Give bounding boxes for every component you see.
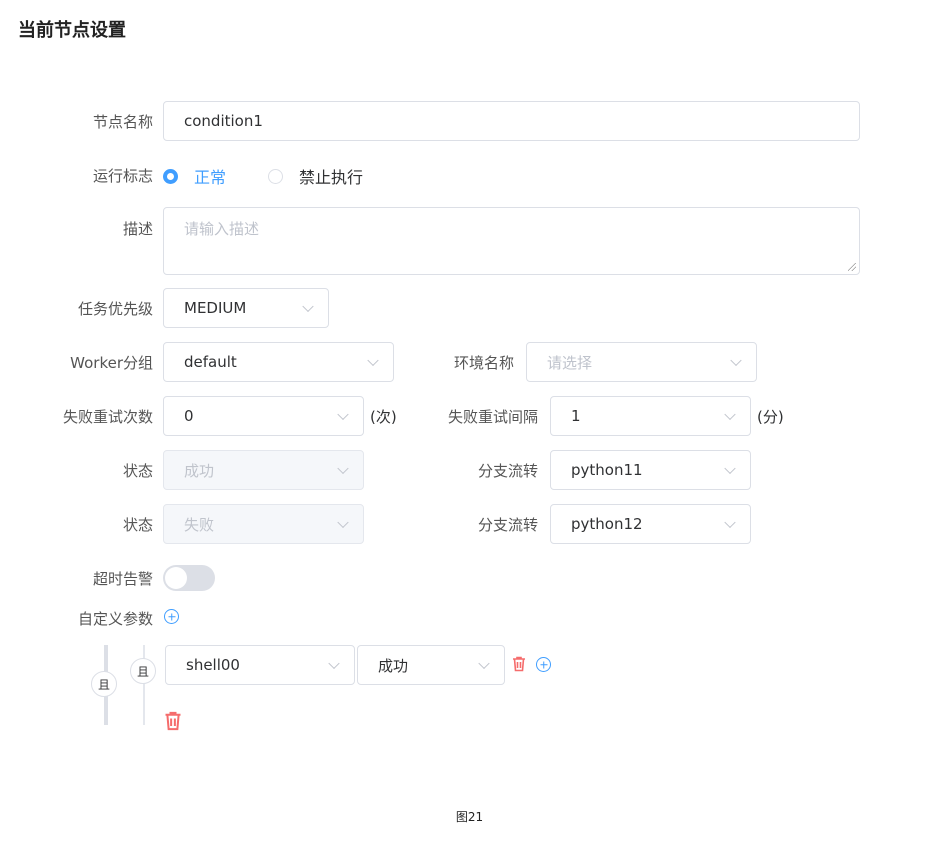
branch-flow-label: 分支流转 <box>477 462 538 480</box>
switch-knob <box>165 567 187 589</box>
add-condition-icon[interactable] <box>536 657 551 672</box>
env-name-select[interactable]: 请选择 <box>526 342 757 382</box>
run-flag-forbidden-label: 禁止执行 <box>299 168 364 187</box>
fail-retry-interval-value: 1 <box>571 407 581 425</box>
branch-flow-value: python11 <box>571 461 643 479</box>
delete-group-icon[interactable] <box>164 711 182 731</box>
condition-task-value: shell00 <box>186 656 240 674</box>
fail-retry-times-unit: (次) <box>370 408 397 426</box>
branch-flow-label: 分支流转 <box>477 516 538 534</box>
outer-relation-toggle[interactable]: 且 <box>91 671 117 697</box>
chevron-down-icon <box>328 657 340 670</box>
worker-group-label: Worker分组 <box>70 354 153 372</box>
state-select-success: 成功 <box>163 450 364 490</box>
branch-flow-value: python12 <box>571 515 643 533</box>
node-name-label: 节点名称 <box>92 113 153 131</box>
chevron-down-icon <box>724 408 736 421</box>
fail-retry-times-select[interactable]: 0 <box>163 396 364 436</box>
node-name-input[interactable]: condition1 <box>163 101 860 141</box>
custom-params-label: 自定义参数 <box>77 610 153 628</box>
description-placeholder: 请输入描述 <box>184 220 260 238</box>
resize-handle-icon[interactable] <box>848 263 856 271</box>
page-title: 当前节点设置 <box>18 20 126 41</box>
branch-flow-select-failure[interactable]: python12 <box>550 504 751 544</box>
state-value: 成功 <box>184 461 215 480</box>
fail-retry-interval-unit: (分) <box>757 408 784 426</box>
timeout-alarm-switch[interactable] <box>163 565 215 591</box>
fail-retry-times-label: 失败重试次数 <box>62 408 153 426</box>
description-label: 描述 <box>122 220 153 238</box>
description-textarea[interactable]: 请输入描述 <box>163 207 860 275</box>
worker-group-select[interactable]: default <box>163 342 394 382</box>
run-flag-forbidden-radio[interactable]: 禁止执行 <box>268 164 363 188</box>
chevron-down-icon <box>724 462 736 475</box>
state-value: 失败 <box>184 515 215 534</box>
chevron-down-icon <box>730 354 742 367</box>
state-select-failure: 失败 <box>163 504 364 544</box>
env-name-label: 环境名称 <box>453 354 514 372</box>
chevron-down-icon <box>478 657 490 670</box>
condition-status-value: 成功 <box>378 656 409 675</box>
fail-retry-times-value: 0 <box>184 407 194 425</box>
run-flag-normal-label: 正常 <box>194 168 227 187</box>
run-flag-label: 运行标志 <box>92 167 153 185</box>
run-flag-normal-radio[interactable]: 正常 <box>163 164 226 188</box>
fail-retry-interval-label: 失败重试间隔 <box>447 408 538 426</box>
inner-relation-toggle[interactable]: 且 <box>130 658 156 684</box>
figure-caption: 图21 <box>455 810 484 824</box>
delete-condition-icon[interactable] <box>512 656 526 672</box>
env-name-placeholder: 请选择 <box>547 353 593 372</box>
chevron-down-icon <box>724 516 736 529</box>
state-label: 状态 <box>122 516 153 534</box>
chevron-down-icon <box>337 408 349 421</box>
condition-task-select[interactable]: shell00 <box>165 645 355 685</box>
add-param-icon[interactable] <box>164 609 179 624</box>
radio-checked-icon <box>163 168 178 184</box>
node-name-value: condition1 <box>184 112 263 130</box>
fail-retry-interval-select[interactable]: 1 <box>550 396 751 436</box>
priority-label: 任务优先级 <box>77 300 153 318</box>
worker-group-value: default <box>184 353 237 371</box>
state-label: 状态 <box>122 462 153 480</box>
priority-value: MEDIUM <box>184 299 247 317</box>
radio-unchecked-icon <box>268 168 283 184</box>
chevron-down-icon <box>337 462 349 475</box>
chevron-down-icon <box>302 300 314 313</box>
timeout-alarm-label: 超时告警 <box>92 570 153 588</box>
chevron-down-icon <box>337 516 349 529</box>
chevron-down-icon <box>367 354 379 367</box>
branch-flow-select-success[interactable]: python11 <box>550 450 751 490</box>
inner-relation-bar <box>143 645 145 725</box>
condition-status-select[interactable]: 成功 <box>357 645 505 685</box>
priority-select[interactable]: MEDIUM <box>163 288 329 328</box>
